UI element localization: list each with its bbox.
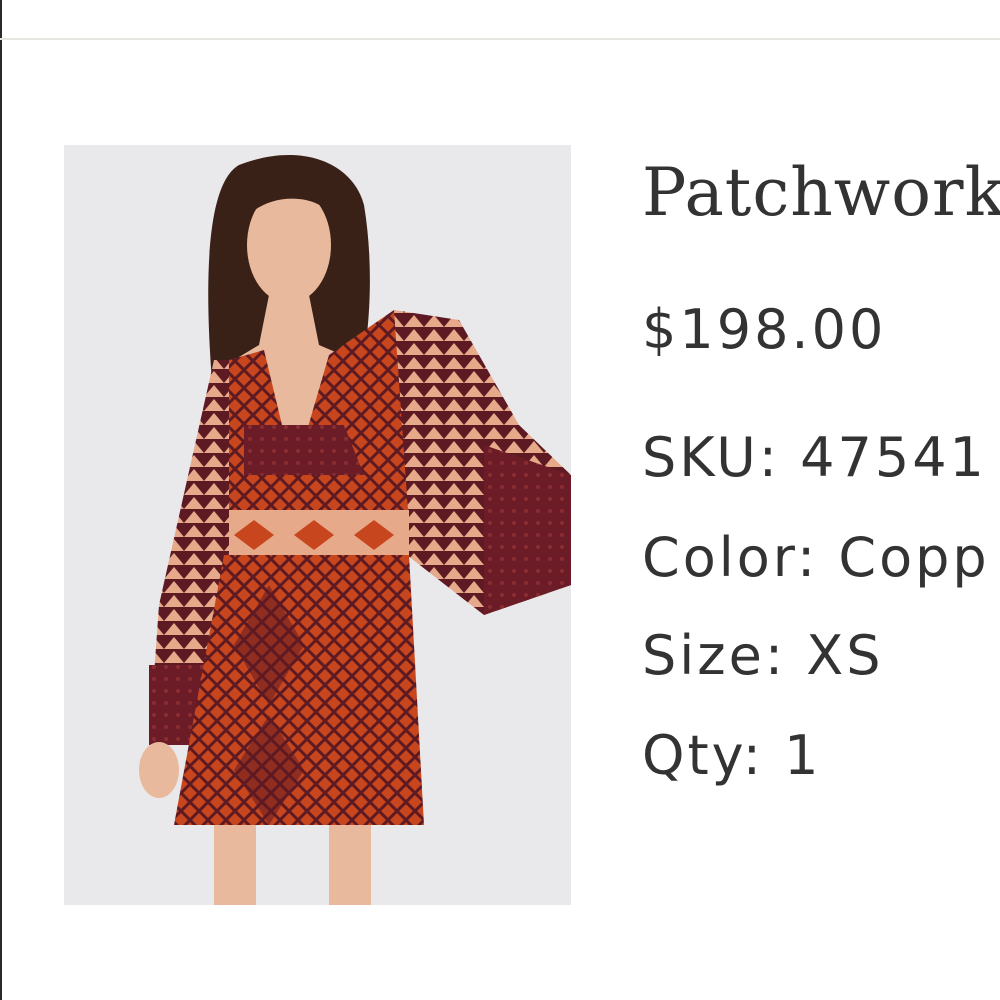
product-image[interactable] bbox=[64, 145, 571, 905]
product-sku: SKU: 47541 bbox=[642, 426, 987, 489]
product-color: Color: Copp bbox=[642, 526, 990, 589]
header-divider bbox=[0, 38, 1000, 40]
window-left-border bbox=[0, 0, 2, 1000]
order-item-card: Patchwork $198.00 SKU: 47541 Color: Copp… bbox=[0, 0, 1000, 1000]
dress-photo-icon bbox=[64, 145, 571, 905]
product-price: $198.00 bbox=[642, 298, 887, 361]
product-quantity: Qty: 1 bbox=[642, 724, 822, 787]
product-size: Size: XS bbox=[642, 624, 884, 687]
product-name[interactable]: Patchwork bbox=[642, 150, 1000, 236]
